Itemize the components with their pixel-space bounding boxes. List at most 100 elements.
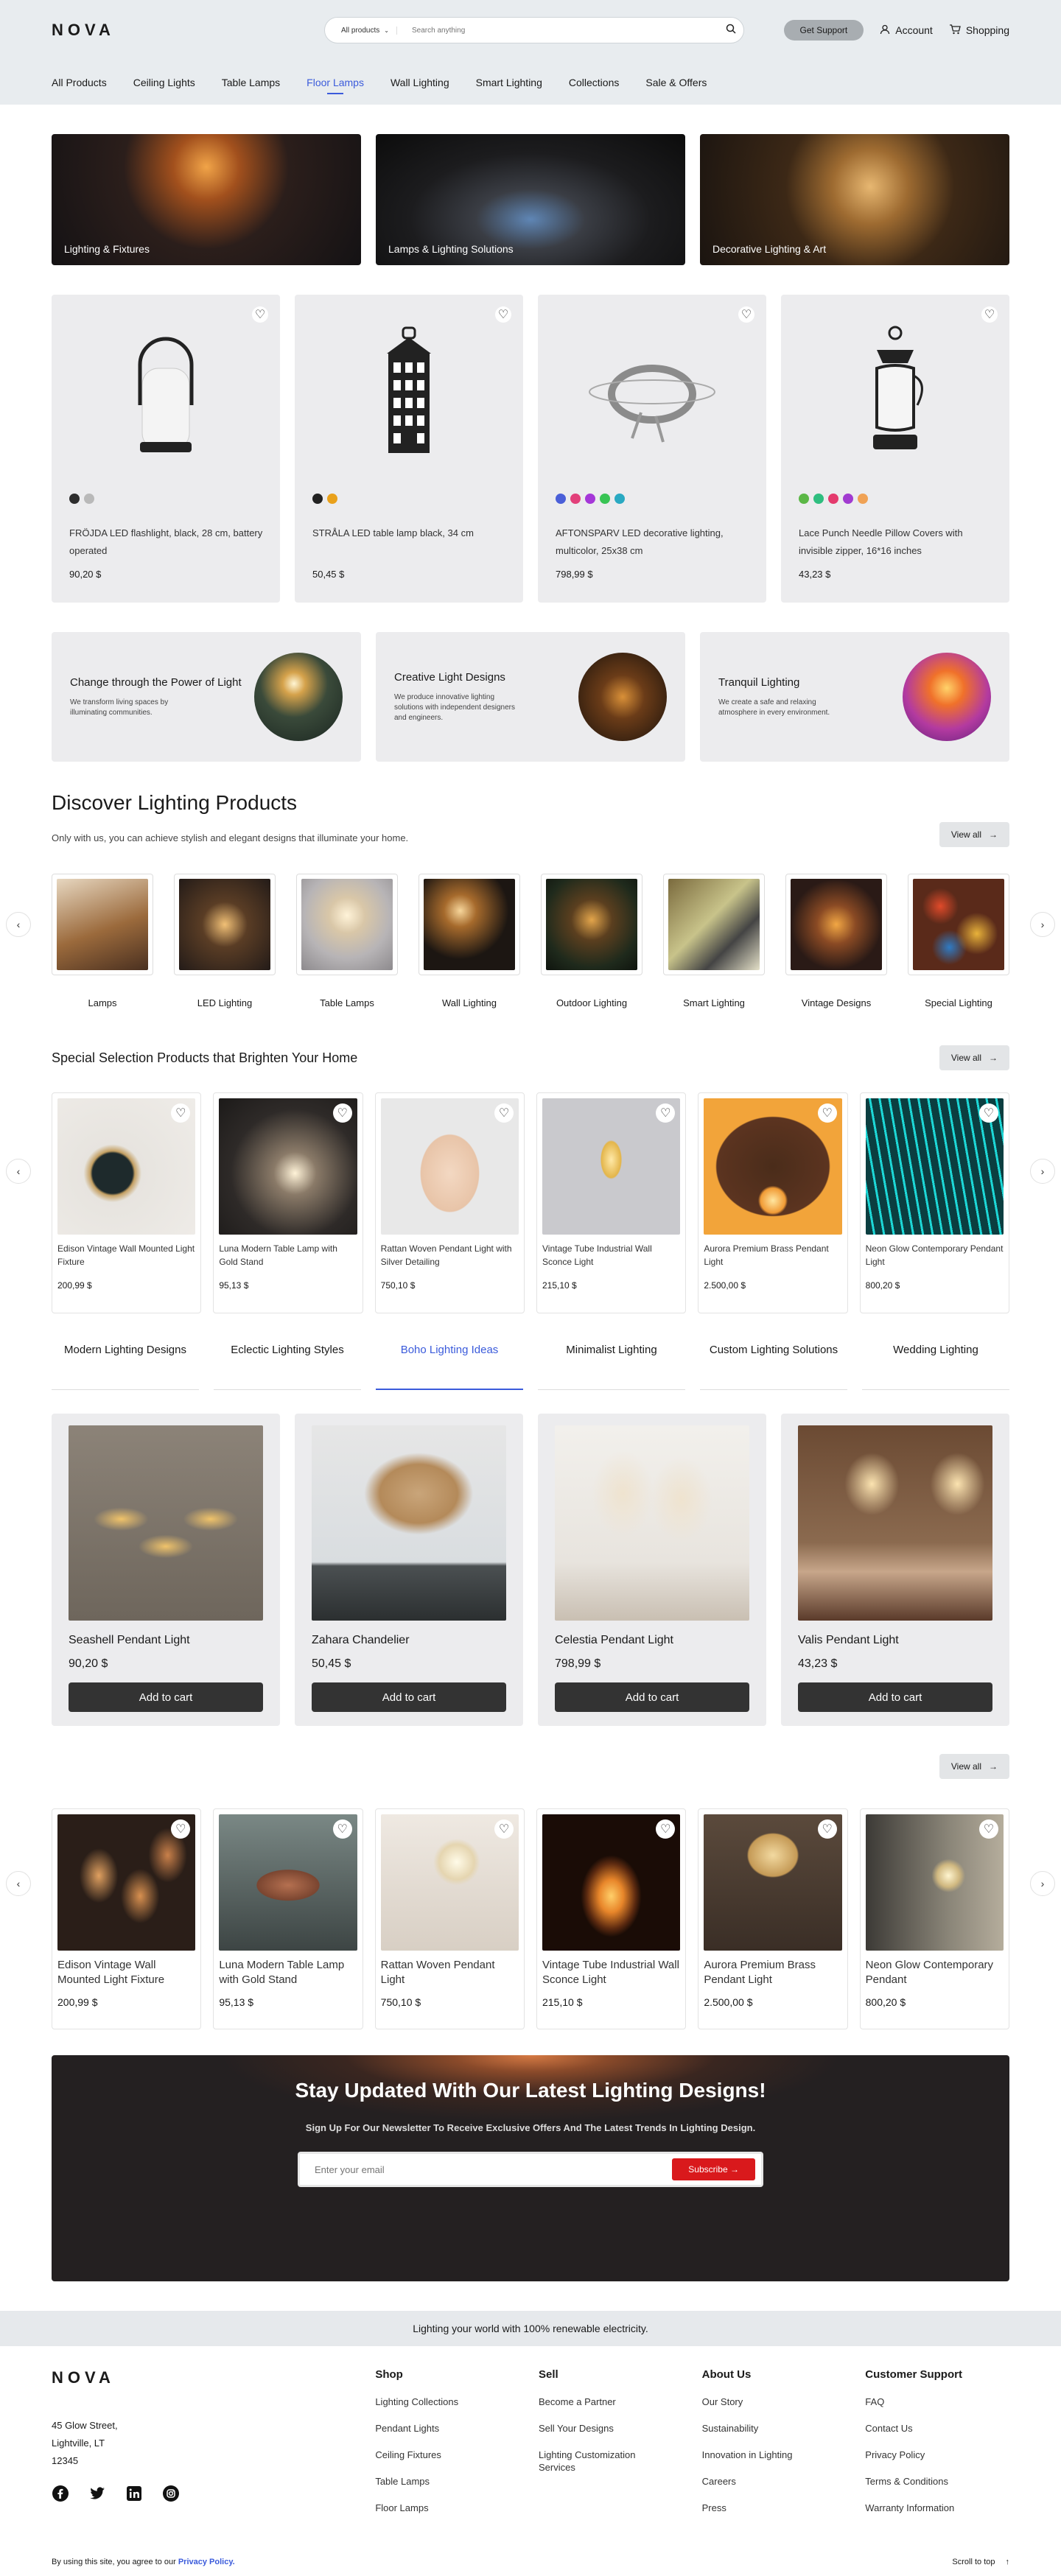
search-category-select[interactable]: All products ⌄ (341, 26, 397, 35)
promo-card[interactable]: Tranquil Lighting We create a safe and re… (700, 632, 1009, 762)
email-input[interactable] (315, 2163, 673, 2175)
tab-eclectic-lighting[interactable]: Eclectic Lighting Styles (214, 1338, 361, 1390)
subscribe-button[interactable]: Subscribe → (672, 2158, 755, 2180)
featured-card[interactable]: ♡ Lace Punch Needle Pillow Covers with i… (781, 295, 1009, 603)
product-card[interactable]: ♡ Vintage Tube Industrial Wall Sconce Lig… (536, 1092, 687, 1313)
heart-icon[interactable]: ♡ (332, 1819, 352, 1839)
footer-link[interactable]: Lighting Customization Services (539, 2449, 664, 2474)
privacy-policy-link[interactable]: Privacy Policy. (178, 2558, 235, 2566)
category-item[interactable]: LED Lighting (174, 874, 276, 1008)
view-all-button[interactable]: View all → (939, 822, 1009, 847)
add-to-cart-button[interactable]: Add to cart (798, 1682, 992, 1712)
carousel-prev-button[interactable]: ‹ (6, 1871, 31, 1896)
heart-icon[interactable]: ♡ (817, 1103, 837, 1123)
featured-card[interactable]: ♡ FRÖJDA LED flashlight, black, 28 cm, b… (52, 295, 280, 603)
category-item[interactable]: Lamps (52, 874, 153, 1008)
carousel-next-button[interactable]: › (1030, 912, 1055, 937)
featured-card[interactable]: ♡ STRÅLA LED table lamp black, 34 cm 50,… (295, 295, 523, 603)
footer-link[interactable]: Table Lamps (375, 2475, 539, 2488)
category-item[interactable]: Smart Lighting (663, 874, 765, 1008)
product-card[interactable]: ♡ Neon Glow Contemporary Pendant 800,20 $ (859, 1808, 1009, 2029)
footer-link[interactable]: Contact Us (865, 2422, 1009, 2435)
category-item[interactable]: Table Lamps (296, 874, 398, 1008)
brand-logo[interactable]: NOVA (52, 21, 324, 40)
view-all-button[interactable]: View all → (939, 1754, 1009, 1779)
footer-link[interactable]: Floor Lamps (375, 2502, 539, 2514)
product-card[interactable]: ♡ Aurora Premium Brass Pendant Light 2.500… (698, 1808, 848, 2029)
product-card[interactable]: ♡ Rattan Woven Pendant Light with Silver … (374, 1092, 525, 1313)
nav-all-products[interactable]: All Products (52, 77, 107, 88)
category-item[interactable]: Outdoor Lighting (541, 874, 642, 1008)
color-swatch[interactable] (843, 494, 853, 504)
color-swatch[interactable] (327, 494, 337, 504)
footer-logo[interactable]: NOVA (52, 2368, 324, 2387)
carousel-prev-button[interactable]: ‹ (6, 912, 31, 937)
nav-floor-lamps[interactable]: Floor Lamps (307, 77, 364, 94)
color-swatch[interactable] (799, 494, 809, 504)
hero-card-lamps-solutions[interactable]: Lamps & Lighting Solutions (376, 134, 685, 265)
color-swatch[interactable] (69, 494, 80, 504)
tab-boho-lighting[interactable]: Boho Lighting Ideas (376, 1338, 523, 1390)
heart-icon[interactable]: ♡ (332, 1103, 352, 1123)
footer-link[interactable]: Lighting Collections (375, 2396, 539, 2408)
footer-link[interactable]: Terms & Conditions (865, 2475, 1009, 2488)
view-all-button[interactable]: View all → (939, 1045, 1009, 1070)
scroll-top-button[interactable]: Scroll to top ↑ (952, 2558, 1009, 2566)
category-item[interactable]: Vintage Designs (785, 874, 887, 1008)
product-card[interactable]: ♡ Neon Glow Contemporary Pendant Light 800… (859, 1092, 1009, 1313)
shopping-cart-link[interactable]: Shopping (949, 24, 1009, 37)
footer-link[interactable]: FAQ (865, 2396, 1009, 2408)
search-input[interactable] (397, 26, 726, 35)
nav-wall-lighting[interactable]: Wall Lighting (391, 77, 449, 88)
footer-link[interactable]: Privacy Policy (865, 2449, 1009, 2461)
carousel-next-button[interactable]: › (1030, 1159, 1055, 1184)
heart-icon[interactable]: ♡ (978, 1819, 998, 1839)
footer-link[interactable]: Sustainability (702, 2422, 866, 2435)
heart-icon[interactable]: ♡ (252, 306, 268, 323)
tab-wedding-lighting[interactable]: Wedding Lighting (862, 1338, 1009, 1390)
color-swatch[interactable] (312, 494, 323, 504)
product-card[interactable]: ♡ Edison Vintage Wall Mounted Light Fixtu… (52, 1808, 202, 2029)
footer-link[interactable]: Pendant Lights (375, 2422, 539, 2435)
footer-link[interactable]: Warranty Information (865, 2502, 1009, 2514)
footer-link[interactable]: Press (702, 2502, 866, 2514)
color-swatch[interactable] (585, 494, 595, 504)
footer-link[interactable]: Careers (702, 2475, 866, 2488)
product-card[interactable]: ♡ Aurora Premium Brass Pendant Light 2.500… (698, 1092, 848, 1313)
product-card[interactable]: ♡ Luna Modern Table Lamp with Gold Stand 9… (213, 1092, 363, 1313)
add-to-cart-button[interactable]: Add to cart (312, 1682, 506, 1712)
footer-link[interactable]: Innovation in Lighting (702, 2449, 866, 2461)
color-swatch[interactable] (556, 494, 566, 504)
color-swatch[interactable] (813, 494, 824, 504)
product-card[interactable]: ♡ Rattan Woven Pendant Light 750,10 $ (374, 1808, 525, 2029)
hero-card-decorative[interactable]: Decorative Lighting & Art (700, 134, 1009, 265)
category-item[interactable]: Wall Lighting (419, 874, 520, 1008)
search-icon[interactable] (726, 24, 736, 38)
heart-icon[interactable]: ♡ (495, 306, 511, 323)
heart-icon[interactable]: ♡ (817, 1819, 837, 1839)
hero-card-lighting-fixtures[interactable]: Lighting & Fixtures (52, 134, 361, 265)
facebook-icon[interactable] (52, 2485, 69, 2502)
footer-link[interactable]: Our Story (702, 2396, 866, 2408)
heart-icon[interactable]: ♡ (978, 1103, 998, 1123)
color-swatch[interactable] (828, 494, 838, 504)
promo-card[interactable]: Change through the Power of Light We tran… (52, 632, 361, 762)
color-swatch[interactable] (858, 494, 868, 504)
color-swatch[interactable] (570, 494, 581, 504)
account-link[interactable]: Account (880, 24, 933, 37)
heart-icon[interactable]: ♡ (981, 306, 998, 323)
product-card[interactable]: ♡ Vintage Tube Industrial Wall Sconce Lig… (536, 1808, 687, 2029)
footer-link[interactable]: Sell Your Designs (539, 2422, 702, 2435)
heart-icon[interactable]: ♡ (494, 1819, 514, 1839)
product-card[interactable]: Zahara Chandelier 50,45 $ Add to cart (295, 1414, 523, 1726)
footer-link[interactable]: Ceiling Fixtures (375, 2449, 539, 2461)
heart-icon[interactable]: ♡ (738, 306, 754, 323)
get-support-button[interactable]: Get Support (783, 20, 864, 41)
featured-card[interactable]: ♡ AFTONSPARV LED decorative lighting, mu… (538, 295, 766, 603)
heart-icon[interactable]: ♡ (494, 1103, 514, 1123)
carousel-next-button[interactable]: › (1030, 1871, 1055, 1896)
color-swatch[interactable] (600, 494, 610, 504)
tab-custom-lighting[interactable]: Custom Lighting Solutions (700, 1338, 847, 1390)
product-card[interactable]: ♡ Luna Modern Table Lamp with Gold Stand 9… (213, 1808, 363, 2029)
nav-sale-offers[interactable]: Sale & Offers (645, 77, 707, 88)
